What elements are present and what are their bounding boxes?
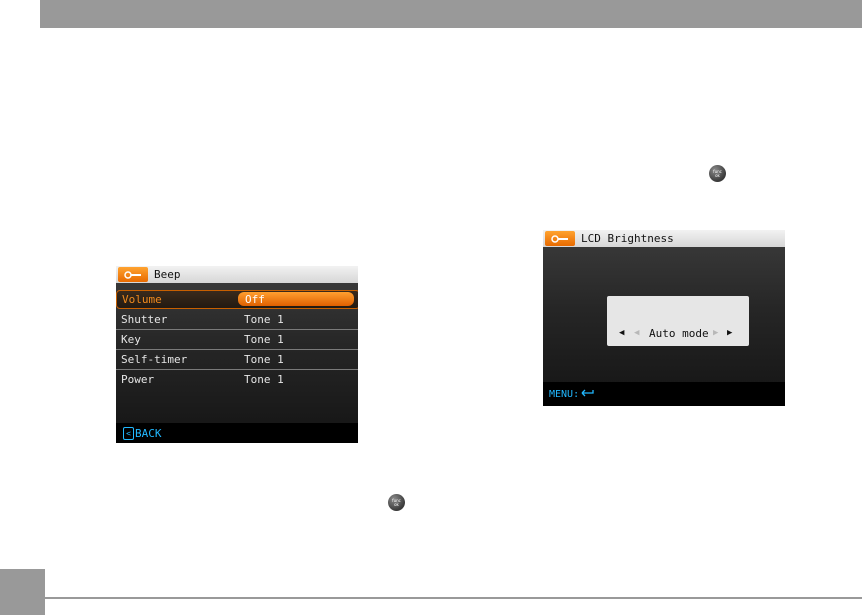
row-value: Tone 1 (244, 373, 284, 386)
row-label: Shutter (121, 313, 168, 326)
left-arrow-faded-icon: ◀ (634, 328, 640, 338)
row-label: Key (121, 333, 141, 346)
right-arrow-icon[interactable]: ▶ (727, 328, 732, 338)
wrench-icon (545, 231, 575, 246)
row-value: Tone 1 (244, 333, 284, 346)
menu-row-power[interactable]: Power Tone 1 (116, 370, 358, 389)
row-value: Tone 1 (244, 313, 284, 326)
menu-row-self-timer[interactable]: Self-timer Tone 1 (116, 350, 358, 370)
screen-header: Beep (116, 266, 358, 283)
ok-label: ok (715, 172, 720, 178)
row-value: Off (245, 293, 265, 306)
brightness-value: Auto mode (649, 327, 709, 340)
menu-bar[interactable]: MENU: (543, 382, 785, 406)
brightness-selector[interactable]: ◀ ◀ Auto mode ▶ ▶ (607, 296, 749, 346)
back-label: BACK (135, 426, 162, 440)
screen-title: LCD Brightness (581, 232, 674, 245)
header-bar (40, 0, 862, 28)
row-label: Self-timer (121, 353, 188, 366)
right-arrow-faded-icon: ▶ (713, 328, 719, 338)
row-value: Tone 1 (244, 353, 284, 366)
wrench-icon (118, 267, 148, 282)
beep-screen: Beep Volume Off Shutter Tone 1 Key Tone … (116, 266, 358, 443)
menu-label: MENU: (549, 388, 580, 400)
menu-row-shutter[interactable]: Shutter Tone 1 (116, 310, 358, 330)
menu-row-volume[interactable]: Volume Off (116, 290, 358, 309)
row-label: Volume (122, 293, 162, 306)
return-icon (581, 389, 595, 400)
page-number-block (0, 569, 45, 615)
left-arrow-icon[interactable]: ◀ (619, 328, 624, 338)
screen-header: LCD Brightness (543, 230, 785, 247)
left-arrow-icon: < (123, 426, 134, 440)
func-ok-button-icon: func ok (388, 494, 405, 511)
lcd-brightness-screen: LCD Brightness ◀ ◀ Auto mode ▶ ▶ MENU: (543, 230, 785, 406)
func-ok-button-icon: func ok (709, 165, 726, 182)
footer-rule (45, 597, 862, 599)
back-bar[interactable]: < BACK (116, 423, 358, 443)
row-label: Power (121, 373, 155, 386)
menu-row-key[interactable]: Key Tone 1 (116, 330, 358, 350)
ok-label: ok (394, 501, 399, 507)
screen-title: Beep (154, 268, 181, 281)
